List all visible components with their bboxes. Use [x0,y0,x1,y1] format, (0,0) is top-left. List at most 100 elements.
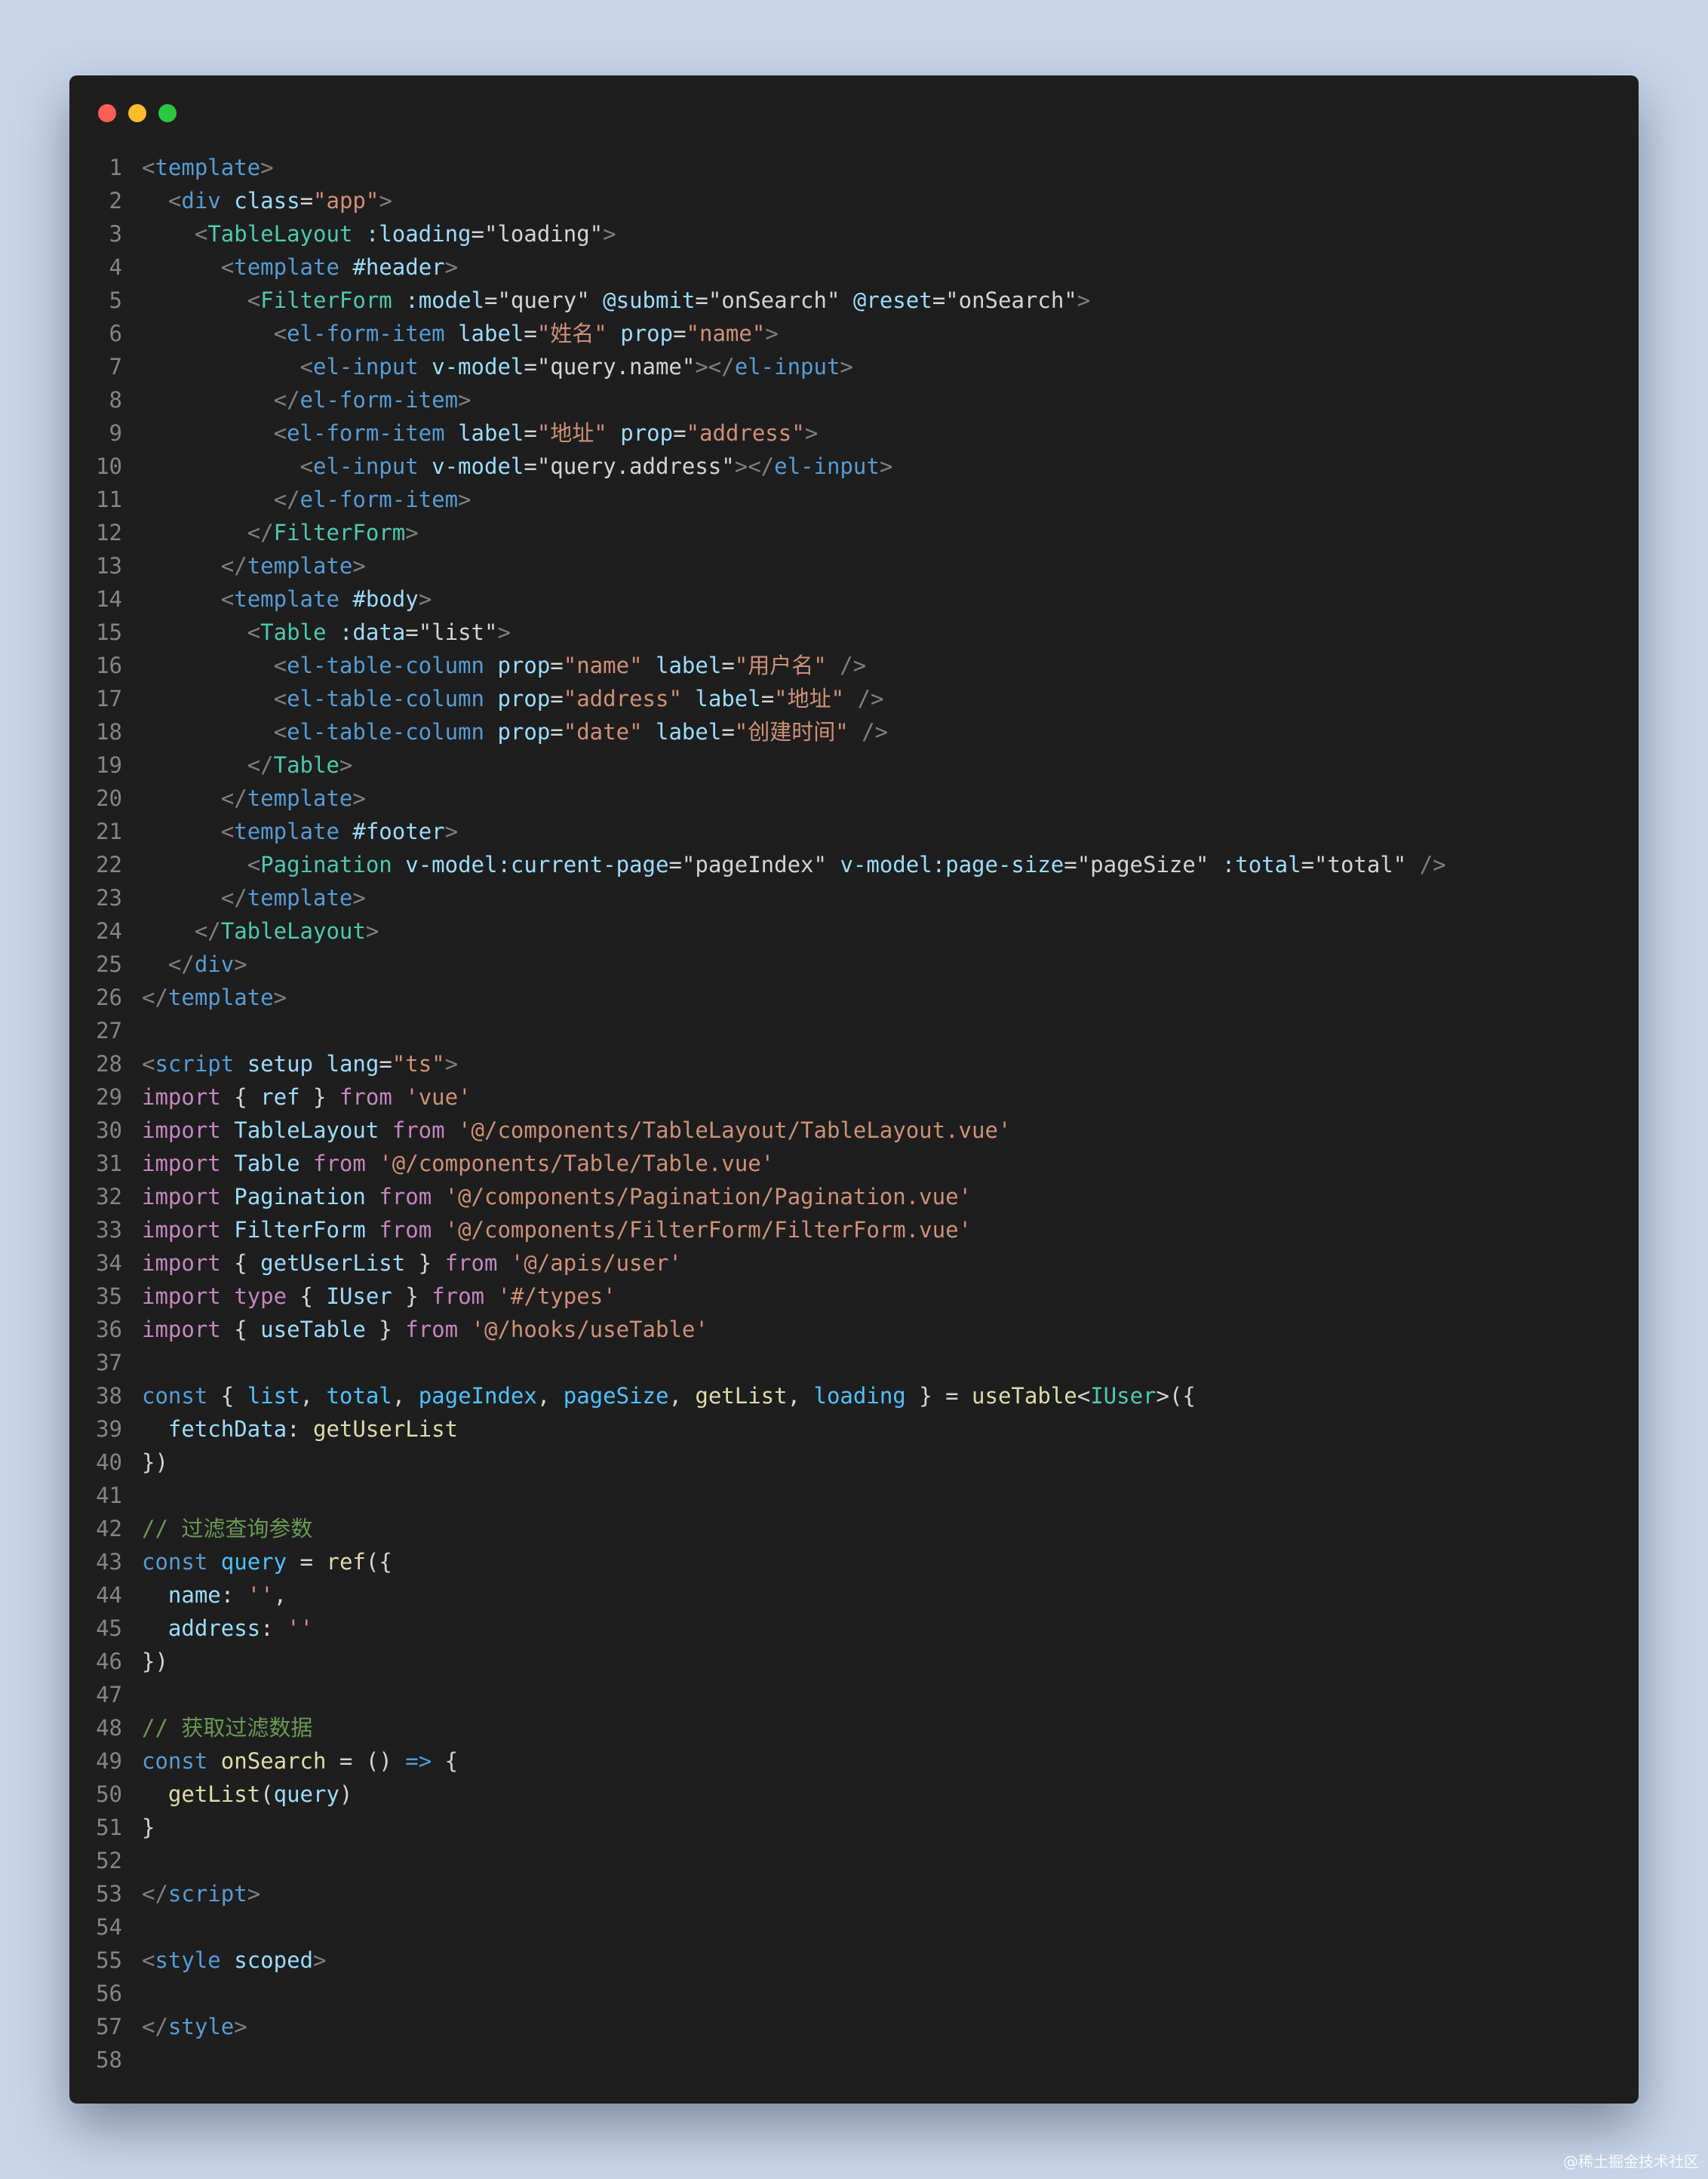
code-line: 24 </TableLayout> [69,914,1639,948]
code-token: v-model [432,453,524,479]
code-token: = [550,653,564,678]
code-token: = [379,1051,392,1077]
code-token: el-form-item [287,321,445,346]
code-token: el-input [312,354,419,380]
code-line: 17 <el-table-column prop="address" label… [69,682,1639,715]
code-token: = [673,420,687,446]
line-number: 41 [96,1483,122,1508]
code-token: > [405,520,419,546]
code-token: getUserList [312,1416,459,1442]
code-token: label [458,321,524,346]
code-token: name [167,1582,221,1608]
maximize-window-button[interactable] [158,104,177,122]
code-token: { [432,1748,459,1774]
line-number: 53 [96,1881,122,1907]
code-token: "list" [418,619,498,645]
code-token: "query" [497,287,590,313]
code-line: 34 import { getUserList } from '@/apis/us… [69,1246,1639,1280]
code-token: < [1077,1383,1091,1409]
code-token: Pagination [234,1184,366,1209]
code-token: < [273,653,287,678]
code-token: } [300,1084,339,1110]
code-token: import [142,1283,221,1309]
code-token: > [765,321,779,346]
code-line: 54 [69,1910,1639,1944]
code-token: < [273,719,287,745]
code-token: = [673,321,687,346]
code-token: script [167,1881,247,1907]
code-token: // 过滤查询参数 [142,1516,313,1541]
code-line: 57 </style> [69,2010,1639,2043]
code-token: pageIndex [418,1383,537,1409]
code-token: ></ [695,354,735,380]
code-token: :total [1221,852,1301,877]
minimize-window-button[interactable] [128,104,146,122]
code-token: > [247,1881,261,1907]
code-token: ({ [365,1549,392,1575]
code-token: = [524,453,537,479]
code-token: template [167,985,274,1010]
code-line: 30 import TableLayout from '@/components/… [69,1114,1639,1147]
code-token: < [220,586,235,612]
code-token: address [167,1615,261,1641]
code-line: 58 [69,2043,1639,2076]
close-window-button[interactable] [98,104,116,122]
code-token: loading [813,1383,906,1409]
code-token: getList [695,1383,788,1409]
code-token: el-input [774,453,880,479]
code-window: 1 <template> 2 <div class="app"> 3 <TableLa… [69,75,1639,2104]
code-token: > [260,155,274,180]
line-number: 28 [96,1051,122,1077]
line-number: 5 [109,287,122,313]
code-token: from [379,1217,432,1243]
code-token: </ [247,752,274,778]
code-token: = () [326,1748,406,1774]
code-token: : [260,1615,287,1641]
line-number: 43 [96,1549,122,1575]
code-token: const [142,1549,208,1575]
code-token: { [207,1383,247,1409]
code-token: style [167,2014,235,2039]
code-token: "address" [563,686,682,711]
code-token: = [760,686,775,711]
code-editor[interactable]: 1 <template> 2 <div class="app"> 3 <TableLa… [69,151,1639,2076]
line-number: 1 [109,155,122,180]
code-token: </ [273,487,300,512]
code-token: el-table-column [287,653,484,678]
code-token: #header [352,254,445,280]
code-line: 35 import type { IUser } from '#/types' [69,1280,1639,1313]
code-token: #body [352,586,419,612]
line-number: 51 [96,1815,122,1840]
line-number: 42 [96,1516,122,1541]
code-token: "total" [1314,852,1407,877]
line-number: 34 [96,1250,122,1276]
code-token: => [405,1748,432,1774]
code-token: template [247,785,353,811]
code-token: > [458,487,472,512]
code-token: < [247,287,261,313]
code-token: type [234,1283,287,1309]
code-token: el-form-item [300,387,459,413]
line-number: 47 [96,1682,122,1707]
code-line: 29 import { ref } from 'vue' [69,1080,1639,1114]
code-token: getUserList [260,1250,406,1276]
code-line: 50 getList(query) [69,1778,1639,1811]
code-token: v-model:current-page [405,852,669,877]
code-line: 9 <el-form-item label="地址" prop="address… [69,416,1639,450]
